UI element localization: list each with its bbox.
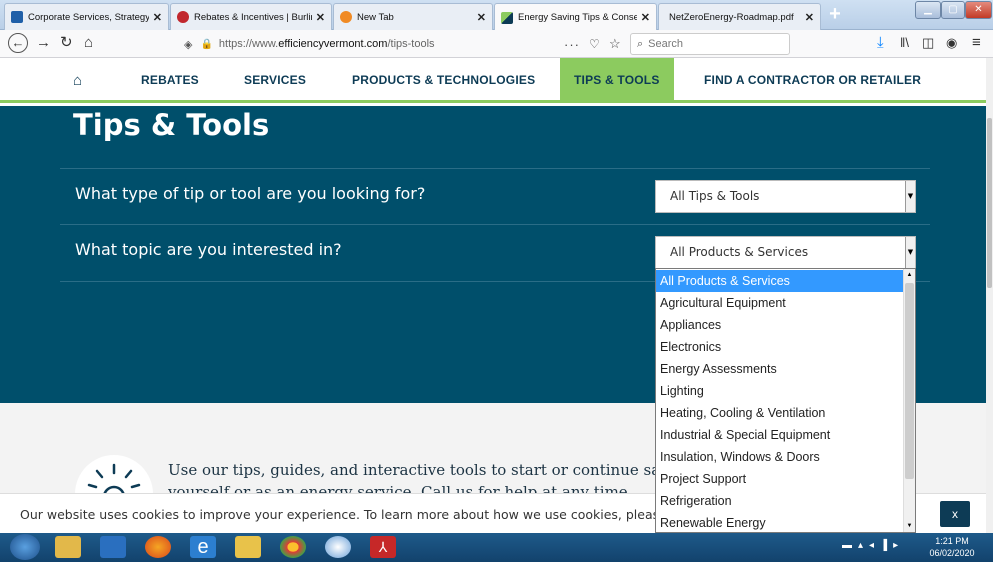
forward-arrow-icon[interactable]: →	[36, 33, 51, 53]
url-bar[interactable]: ◈ 🔒 https://www. efficiencyvermont.com/ti…	[184, 33, 629, 55]
dropdown-option[interactable]: Lighting	[656, 380, 904, 402]
dropdown-option[interactable]: Refrigeration	[656, 490, 904, 512]
tab-title: New Tab	[357, 11, 394, 23]
chevron-down-icon: ▼	[905, 237, 915, 268]
cookie-close-button[interactable]: x	[940, 501, 970, 527]
tab-title: NetZeroEnergy-Roadmap.pdf	[669, 11, 794, 23]
file-explorer-icon[interactable]	[55, 536, 81, 558]
close-tab-icon[interactable]: ✕	[316, 11, 325, 24]
dropdown-option[interactable]: Electronics	[656, 336, 904, 358]
tab-corporate-services[interactable]: Corporate Services, Strategy, R ✕	[4, 3, 169, 30]
question-topic: What topic are you interested in?	[75, 240, 342, 259]
url-prefix: https://www.	[218, 38, 279, 50]
tab-title: Corporate Services, Strategy, R	[28, 11, 149, 23]
menu-icon[interactable]: ≡	[972, 33, 981, 53]
home-nav-icon[interactable]: ⌂	[73, 58, 82, 103]
app-icon[interactable]	[325, 536, 351, 558]
page-actions-icon[interactable]: ···	[564, 37, 580, 52]
tab-rebates-incentives[interactable]: Rebates & Incentives | Burlingt ✕	[170, 3, 332, 30]
acrobat-icon[interactable]: ⅄	[370, 536, 396, 558]
tip-type-select[interactable]: All Tips & Tools ▼	[655, 180, 916, 213]
clock-date: 06/02/2020	[929, 548, 975, 558]
close-tab-icon[interactable]: ✕	[153, 11, 162, 24]
dropdown-option[interactable]: Heating, Cooling & Ventilation	[656, 402, 904, 424]
topic-select-value: All Products & Services	[670, 245, 809, 259]
tab-netzero-roadmap[interactable]: NetZeroEnergy-Roadmap.pdf ✕	[658, 3, 821, 30]
system-tray-icons[interactable]: ▬▴◂▐▸	[842, 540, 904, 551]
efficiency-vermont-icon	[501, 11, 513, 24]
page-scroll-thumb[interactable]	[987, 118, 992, 288]
media-player-icon[interactable]	[100, 536, 126, 558]
maximize-button[interactable]: ▢	[941, 1, 965, 19]
scroll-down-icon[interactable]: ▼	[904, 520, 915, 532]
close-tab-icon[interactable]: ✕	[477, 11, 486, 24]
sticky-notes-icon[interactable]	[235, 536, 261, 558]
document-icon	[11, 11, 23, 23]
new-tab-button[interactable]: +	[822, 4, 848, 26]
downloads-icon[interactable]: ⤓	[877, 33, 884, 53]
tab-new-tab[interactable]: New Tab ✕	[333, 3, 493, 30]
topic-select[interactable]: All Products & Services ▼	[655, 236, 916, 269]
firefox-icon	[340, 11, 352, 23]
shield-icon: ◈	[184, 38, 193, 51]
firefox-taskbar-icon[interactable]	[145, 536, 171, 558]
tip-type-select-value: All Tips & Tools	[670, 189, 760, 203]
intro-text-line1: Use our tips, guides, and interactive to…	[168, 461, 655, 479]
bookmark-star-icon[interactable]: ☆	[609, 36, 621, 52]
scroll-up-icon[interactable]: ▲	[904, 269, 915, 281]
nav-find-contractor[interactable]: FIND A CONTRACTOR OR RETAILER	[704, 58, 921, 103]
minimize-button[interactable]: ▁	[915, 1, 941, 19]
account-icon[interactable]: ◉	[946, 33, 957, 53]
tab-title: Energy Saving Tips & Conserv	[518, 12, 637, 23]
url-domain: efficiencyvermont.com	[278, 38, 388, 50]
search-input[interactable]: ⌕ Search	[630, 33, 790, 55]
dropdown-scrollbar[interactable]: ▲ ▼	[903, 269, 915, 532]
scroll-thumb[interactable]	[905, 283, 914, 479]
nav-services[interactable]: SERVICES	[244, 58, 306, 103]
internet-explorer-icon[interactable]: e	[190, 536, 216, 558]
intro-text-line2: yourself or as an energy service. Call u…	[168, 483, 633, 493]
dropdown-option[interactable]: All Products & Services	[656, 270, 904, 292]
start-button[interactable]	[10, 534, 40, 560]
clock-time: 1:21 PM	[935, 536, 969, 546]
library-icon[interactable]: ‖\	[900, 33, 909, 53]
page-scrollbar[interactable]	[986, 58, 993, 533]
chrome-icon[interactable]	[280, 536, 306, 558]
system-clock[interactable]: 1:21 PM 06/02/2020	[922, 535, 982, 559]
topic-dropdown-list: All Products & Services Agricultural Equ…	[655, 268, 916, 533]
close-tab-icon[interactable]: ✕	[805, 11, 814, 24]
cookie-text: Our website uses cookies to improve your…	[20, 507, 660, 522]
site-favicon-icon	[177, 11, 189, 23]
search-icon: ⌕	[637, 37, 644, 50]
dropdown-option[interactable]: Appliances	[656, 314, 904, 336]
pocket-icon[interactable]: ♡	[589, 37, 600, 51]
lock-icon: 🔒	[200, 38, 213, 50]
page-title: Tips & Tools	[73, 108, 270, 142]
divider	[60, 224, 930, 225]
dropdown-option[interactable]: Energy Assessments	[656, 358, 904, 380]
url-path: /tips-tools	[387, 38, 435, 50]
divider	[60, 168, 930, 169]
close-tab-icon[interactable]: ✕	[641, 11, 650, 24]
tab-title: Rebates & Incentives | Burlingt	[194, 11, 312, 23]
dropdown-option[interactable]: Agricultural Equipment	[656, 292, 904, 314]
tab-energy-saving-tips[interactable]: Energy Saving Tips & Conserv ✕	[494, 3, 657, 31]
nav-rebates[interactable]: REBATES	[141, 58, 199, 103]
chevron-down-icon: ▼	[905, 181, 915, 212]
search-placeholder: Search	[648, 38, 684, 50]
dropdown-option[interactable]: Industrial & Special Equipment	[656, 424, 904, 446]
dropdown-option[interactable]: Project Support	[656, 468, 904, 490]
reload-icon[interactable]: ↻	[60, 33, 73, 53]
nav-products-technologies[interactable]: PRODUCTS & TECHNOLOGIES	[352, 58, 535, 103]
sidebar-icon[interactable]: ◫	[922, 33, 934, 53]
home-icon[interactable]: ⌂	[84, 33, 93, 53]
back-arrow-icon[interactable]: ←	[8, 33, 28, 53]
dropdown-option[interactable]: Renewable Energy	[656, 512, 904, 532]
question-tip-type: What type of tip or tool are you looking…	[75, 184, 426, 203]
dropdown-option[interactable]: Insulation, Windows & Doors	[656, 446, 904, 468]
nav-tips-tools[interactable]: TIPS & TOOLS	[560, 58, 674, 103]
close-window-button[interactable]: ✕	[965, 1, 992, 19]
